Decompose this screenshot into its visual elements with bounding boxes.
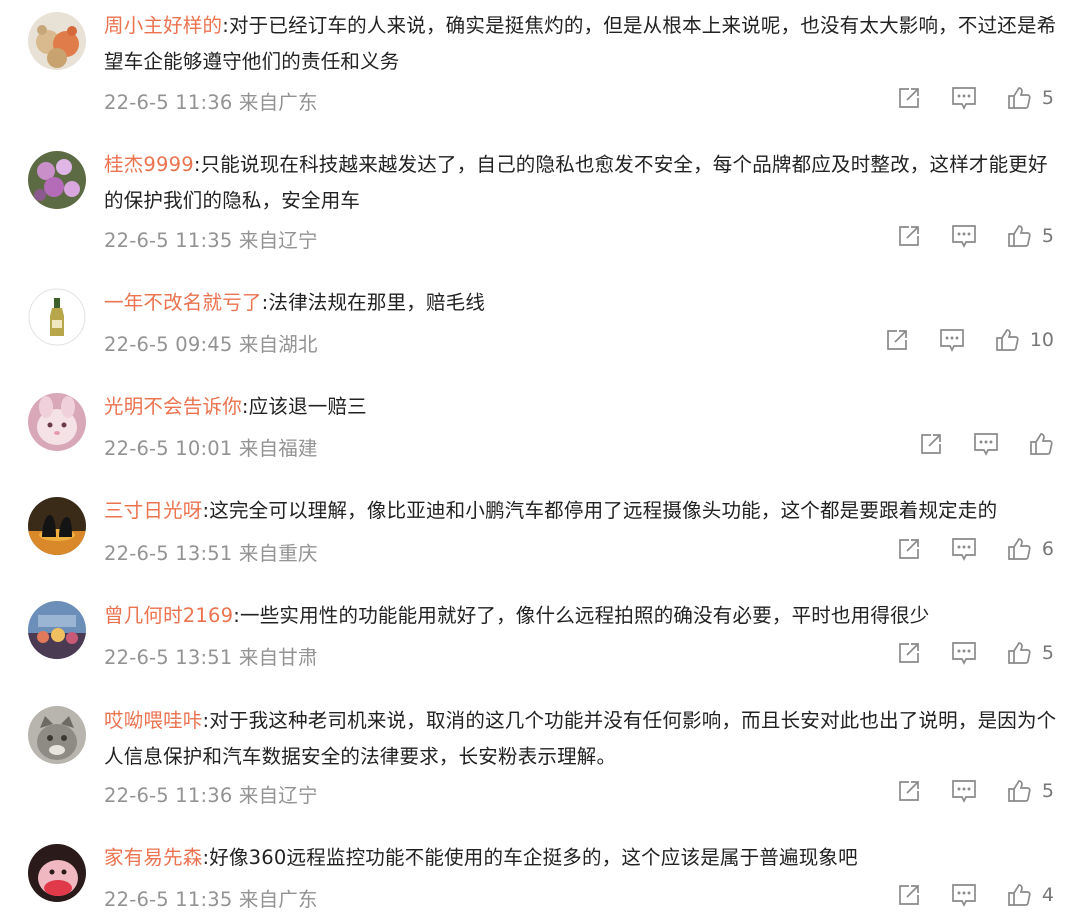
like-icon bbox=[994, 327, 1020, 353]
username-link[interactable]: 家有易先森 bbox=[104, 846, 203, 869]
like-icon bbox=[1006, 778, 1032, 804]
like-icon bbox=[1006, 223, 1032, 249]
like-count: 5 bbox=[1041, 225, 1054, 247]
comment-time: 22-6-5 09:45 bbox=[104, 333, 233, 356]
like-button[interactable]: 10 bbox=[994, 327, 1054, 353]
comment-icon[interactable] bbox=[938, 327, 966, 353]
comment-icon[interactable] bbox=[950, 640, 978, 666]
avatar[interactable] bbox=[28, 706, 86, 764]
comment-meta: 22-6-5 10:01 来自福建 bbox=[104, 432, 318, 461]
like-count: 5 bbox=[1041, 642, 1054, 664]
comment-time: 22-6-5 11:35 bbox=[104, 229, 233, 252]
username-link[interactable]: 曾几何时2169 bbox=[104, 604, 233, 627]
avatar[interactable] bbox=[28, 601, 86, 659]
username-link[interactable]: 桂杰9999 bbox=[104, 153, 194, 176]
like-button[interactable]: 6 bbox=[1006, 536, 1054, 562]
comment-location: 来自重庆 bbox=[238, 542, 318, 565]
share-icon[interactable] bbox=[884, 327, 910, 353]
like-icon bbox=[1006, 640, 1032, 666]
comment-meta: 22-6-5 09:45 来自湖北 bbox=[104, 328, 318, 357]
comment-time: 22-6-5 13:51 bbox=[104, 646, 233, 669]
share-icon[interactable] bbox=[896, 640, 922, 666]
comment-actions: 5 bbox=[868, 776, 1054, 806]
comment-time: 22-6-5 11:36 bbox=[104, 91, 233, 114]
like-button[interactable]: 5 bbox=[1006, 778, 1054, 804]
like-button[interactable]: 4 bbox=[1006, 882, 1054, 908]
username-link[interactable]: 光明不会告诉你 bbox=[104, 395, 242, 418]
username-link[interactable]: 一年不改名就亏了 bbox=[104, 291, 262, 314]
like-icon bbox=[1006, 882, 1032, 908]
comment-location: 来自广东 bbox=[238, 888, 318, 911]
comment-meta: 22-6-5 13:51 来自重庆 bbox=[104, 537, 318, 566]
like-button[interactable]: 5 bbox=[1006, 85, 1054, 111]
comment-text: 周小主好样的:对于已经订车的人来说，确实是挺焦灼的，但是从根本上来说呢，也没有太… bbox=[104, 14, 1057, 73]
comment-time: 22-6-5 11:35 bbox=[104, 888, 233, 911]
username-link[interactable]: 三寸日光呀 bbox=[104, 499, 203, 522]
username-link[interactable]: 周小主好样的 bbox=[104, 14, 222, 37]
comment-time: 22-6-5 11:36 bbox=[104, 784, 233, 807]
comment-location: 来自辽宁 bbox=[238, 784, 318, 807]
comment-text: 桂杰9999:只能说现在科技越来越发达了，自己的隐私也愈发不安全，每个品牌都应及… bbox=[104, 153, 1048, 212]
comment-location: 来自辽宁 bbox=[238, 229, 318, 252]
comment-actions: 5 bbox=[868, 221, 1054, 251]
like-count: 5 bbox=[1041, 87, 1054, 109]
share-icon[interactable] bbox=[896, 778, 922, 804]
share-icon[interactable] bbox=[896, 85, 922, 111]
comment-text: 哎呦喂哇咔:对于我这种老司机来说，取消的这几个功能并没有任何影响，而且长安对此也… bbox=[104, 709, 1057, 768]
comment-icon[interactable] bbox=[950, 223, 978, 249]
comment-icon[interactable] bbox=[950, 85, 978, 111]
comment-location: 来自福建 bbox=[238, 437, 318, 460]
comment-text: 家有易先森:好像360远程监控功能不能使用的车企挺多的，这个应该是属于普遍现象吧 bbox=[104, 846, 858, 869]
comment-icon[interactable] bbox=[950, 536, 978, 562]
comment-time: 22-6-5 10:01 bbox=[104, 437, 233, 460]
username-link[interactable]: 哎呦喂哇咔 bbox=[104, 709, 203, 732]
comment-text: 光明不会告诉你:应该退一赔三 bbox=[104, 395, 367, 418]
comment-meta: 22-6-5 11:35 来自广东 bbox=[104, 883, 318, 912]
comment-meta: 22-6-5 11:36 来自广东 bbox=[104, 86, 318, 115]
like-button[interactable]: 5 bbox=[1006, 640, 1054, 666]
comment-meta: 22-6-5 11:36 来自辽宁 bbox=[104, 779, 318, 808]
comment-actions bbox=[890, 429, 1054, 459]
like-button[interactable] bbox=[1028, 431, 1054, 457]
comment-meta: 22-6-5 11:35 来自辽宁 bbox=[104, 224, 318, 253]
like-count: 6 bbox=[1041, 538, 1054, 560]
comment-location: 来自广东 bbox=[238, 91, 318, 114]
avatar[interactable] bbox=[28, 151, 86, 209]
like-icon bbox=[1028, 431, 1054, 457]
comment-icon[interactable] bbox=[972, 431, 1000, 457]
comment-icon[interactable] bbox=[950, 778, 978, 804]
like-button[interactable]: 5 bbox=[1006, 223, 1054, 249]
comment-actions: 6 bbox=[868, 534, 1054, 564]
like-count: 10 bbox=[1029, 329, 1054, 351]
like-count: 4 bbox=[1041, 884, 1054, 906]
comment-actions: 4 bbox=[868, 880, 1054, 910]
avatar[interactable] bbox=[28, 288, 86, 346]
share-icon[interactable] bbox=[918, 431, 944, 457]
share-icon[interactable] bbox=[896, 536, 922, 562]
comment-text: 曾几何时2169:一些实用性的功能能用就好了，像什么远程拍照的确没有必要，平时也… bbox=[104, 604, 930, 627]
avatar[interactable] bbox=[28, 393, 86, 451]
comment-text: 三寸日光呀:这完全可以理解，像比亚迪和小鹏汽车都停用了远程摄像头功能，这个都是要… bbox=[104, 499, 998, 522]
avatar[interactable] bbox=[28, 844, 86, 902]
comment-location: 来自甘肃 bbox=[238, 646, 318, 669]
avatar[interactable] bbox=[28, 12, 86, 70]
share-icon[interactable] bbox=[896, 223, 922, 249]
comment-icon[interactable] bbox=[950, 882, 978, 908]
avatar[interactable] bbox=[28, 497, 86, 555]
comment-actions: 10 bbox=[856, 325, 1054, 355]
comment-actions: 5 bbox=[868, 638, 1054, 668]
comment-location: 来自湖北 bbox=[238, 333, 318, 356]
comment-time: 22-6-5 13:51 bbox=[104, 542, 233, 565]
like-icon bbox=[1006, 536, 1032, 562]
comment-actions: 5 bbox=[868, 83, 1054, 113]
share-icon[interactable] bbox=[896, 882, 922, 908]
comment-text: 一年不改名就亏了:法律法规在那里，赔毛线 bbox=[104, 291, 486, 314]
comment-meta: 22-6-5 13:51 来自甘肃 bbox=[104, 641, 318, 670]
like-count: 5 bbox=[1041, 780, 1054, 802]
like-icon bbox=[1006, 85, 1032, 111]
